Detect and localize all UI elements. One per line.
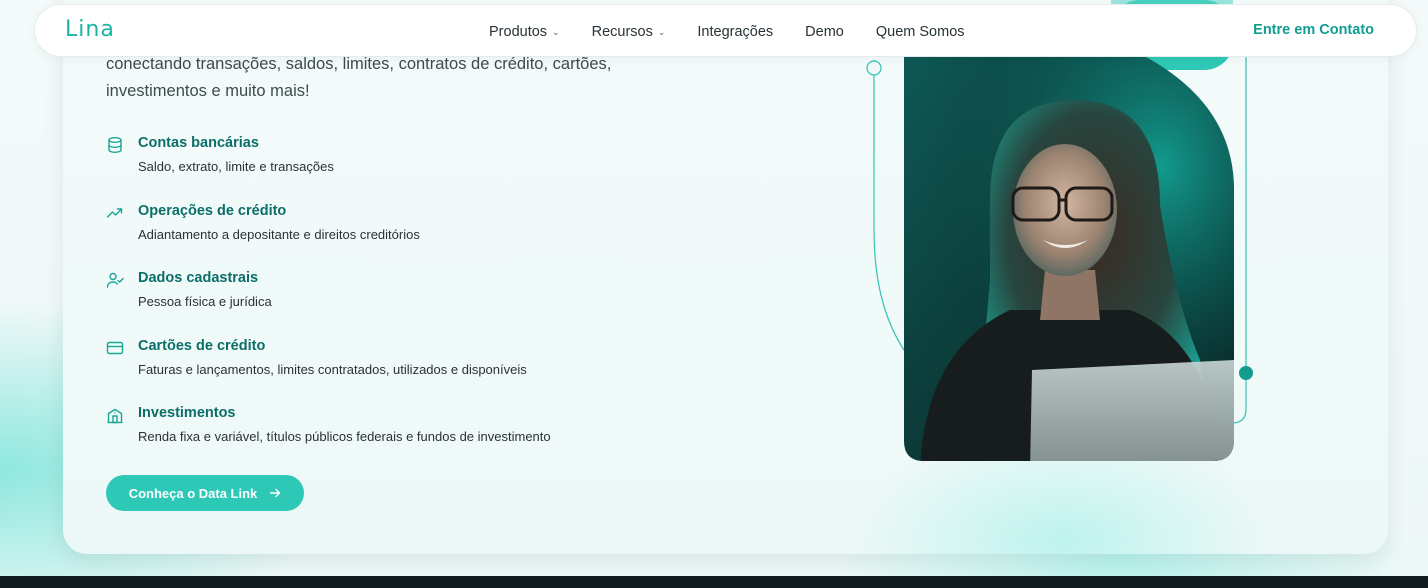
footer-strip <box>0 576 1428 588</box>
feature-item-contas: Contas bancárias Saldo, extrato, limite … <box>106 133 706 201</box>
credit-card-icon <box>106 341 124 354</box>
nav-item-integracoes[interactable]: Integrações <box>697 24 773 40</box>
top-nav: Lina Produtos ⌄ Recursos ⌄ Integrações D… <box>34 4 1417 57</box>
feature-list: Contas bancárias Saldo, extrato, limite … <box>106 133 706 471</box>
data-link-button[interactable]: Conheça o Data Link <box>106 475 304 511</box>
nav-links: Produtos ⌄ Recursos ⌄ Integrações Demo Q… <box>489 5 965 58</box>
feature-title: Cartões de crédito <box>138 337 266 354</box>
feature-item-investimentos: Investimentos Renda fixa e variável, tít… <box>106 403 706 471</box>
feature-title: Dados cadastrais <box>138 270 259 286</box>
nav-item-label: Integrações <box>697 23 774 40</box>
feature-item-credito: Operações de crédito Adiantamento a depo… <box>106 201 706 269</box>
feature-desc: Saldo, extrato, limite e transações <box>138 159 334 174</box>
feature-desc: Renda fixa e variável, títulos públicos … <box>138 429 551 444</box>
feature-desc: Faturas e lançamentos, limites contratad… <box>138 361 527 377</box>
nav-item-quem-somos[interactable]: Quem Somos <box>876 24 965 40</box>
brand-logo[interactable]: Lina <box>65 17 115 42</box>
feature-desc: Adiantamento a depositante e direitos cr… <box>138 226 420 242</box>
user-check-icon <box>106 272 124 288</box>
database-icon <box>108 137 122 154</box>
chevron-down-icon: ⌄ <box>552 27 560 37</box>
arrow-right-icon <box>270 488 281 498</box>
nav-item-label: Recursos <box>591 23 653 40</box>
nav-item-label: Produtos <box>489 23 548 40</box>
feature-title: Operações de crédito <box>138 202 287 219</box>
chevron-down-icon: ⌄ <box>657 27 666 37</box>
feature-title: Contas bancárias <box>138 135 259 151</box>
building-icon <box>107 408 123 424</box>
intro-line-2: investimentos e muito mais! <box>106 82 310 100</box>
feature-title: Investimentos <box>138 405 236 421</box>
feature-item-cartoes: Cartões de crédito Faturas e lançamentos… <box>106 336 706 404</box>
nav-item-demo[interactable]: Demo <box>805 24 844 40</box>
nav-item-recursos[interactable]: Recursos ⌄ <box>592 24 666 40</box>
feature-desc: Pessoa física e jurídica <box>138 294 272 309</box>
intro-text: conectando transações, saldos, limites, … <box>106 51 666 105</box>
feature-item-cadastrais: Dados cadastrais Pessoa física e jurídic… <box>106 268 706 336</box>
nav-item-label: Demo <box>805 23 844 40</box>
nav-item-label: Quem Somos <box>875 23 965 40</box>
cta-label: Conheça o Data Link <box>128 485 258 501</box>
trending-up-icon <box>106 207 123 218</box>
contact-link[interactable]: Entre em Contato <box>1253 22 1374 38</box>
nav-item-produtos[interactable]: Produtos ⌄ <box>489 24 560 40</box>
